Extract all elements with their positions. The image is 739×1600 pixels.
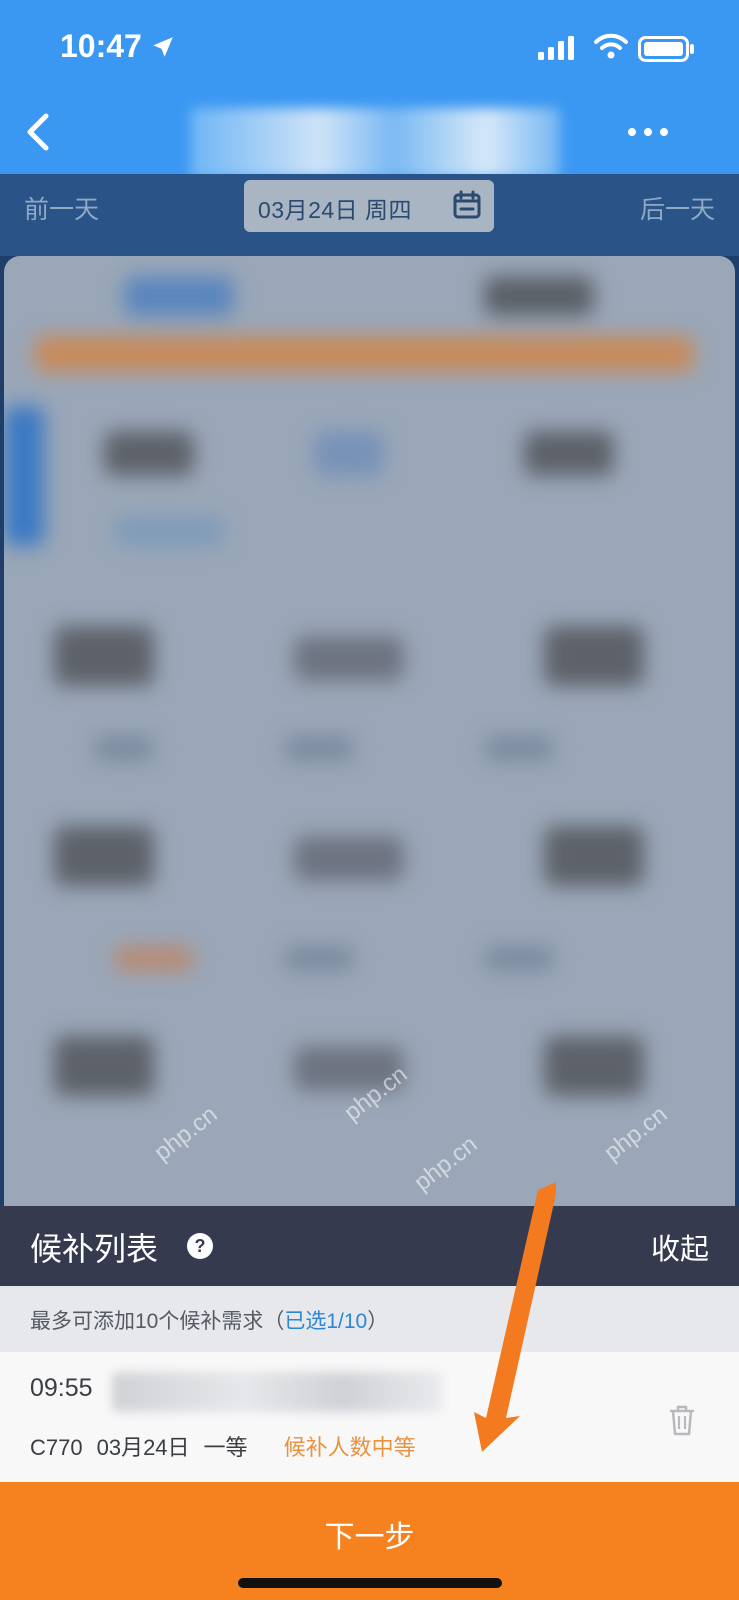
queue-title: 候补列表 [30, 1231, 159, 1267]
svg-text:?: ? [195, 1236, 206, 1256]
signal-icon [538, 36, 574, 60]
location-icon [153, 37, 173, 57]
limit-prefix: 最多可添加10个候补需求（ [30, 1310, 285, 1333]
queue-limit-text: 最多可添加10个候补需求（已选1/10） [30, 1305, 388, 1335]
item-date: 03月24日 [96, 1435, 190, 1460]
next-step-label: 下一步 [324, 1521, 415, 1554]
item-queue-status: 候补人数中等 [283, 1435, 416, 1460]
collapse-button[interactable]: 收起 [651, 1226, 709, 1268]
item-route-blurred [112, 1372, 442, 1412]
item-departure-time: 09:55 [30, 1374, 93, 1402]
next-day-button[interactable]: 后一天 [640, 190, 715, 226]
date-label: 03月24日 周四 [258, 197, 413, 223]
train-list-blurred [4, 256, 735, 1206]
battery-icon [638, 36, 694, 62]
status-time: 10:47 [60, 28, 142, 64]
back-icon[interactable] [22, 110, 62, 154]
limit-selected-count: 已选1/10 [284, 1310, 368, 1333]
page-title-blurred [190, 108, 560, 178]
trash-icon[interactable] [668, 1404, 696, 1436]
more-icon[interactable] [626, 124, 670, 140]
date-bar: 前一天 03月24日 周四 后一天 [0, 174, 739, 256]
item-seat-class: 一等 [203, 1435, 248, 1460]
limit-suffix: ） [367, 1310, 389, 1333]
wifi-icon [594, 33, 628, 59]
prev-day-button[interactable]: 前一天 [24, 190, 99, 226]
home-indicator [238, 1578, 502, 1588]
queue-list-header: 候补列表 ? 收起 [0, 1206, 739, 1286]
help-icon[interactable]: ? [186, 1232, 214, 1260]
status-bar: 10:47 [0, 0, 739, 96]
queue-item: 09:55 C770 03月24日 一等 候补人数中等 [0, 1352, 739, 1482]
item-detail: C770 03月24日 一等 候补人数中等 [30, 1430, 430, 1462]
queue-limit-bar: 最多可添加10个候补需求（已选1/10） [0, 1286, 739, 1352]
date-selector[interactable]: 03月24日 周四 [244, 180, 494, 232]
nav-bar [0, 96, 739, 178]
item-train-number: C770 [30, 1435, 83, 1460]
calendar-icon [453, 190, 481, 219]
